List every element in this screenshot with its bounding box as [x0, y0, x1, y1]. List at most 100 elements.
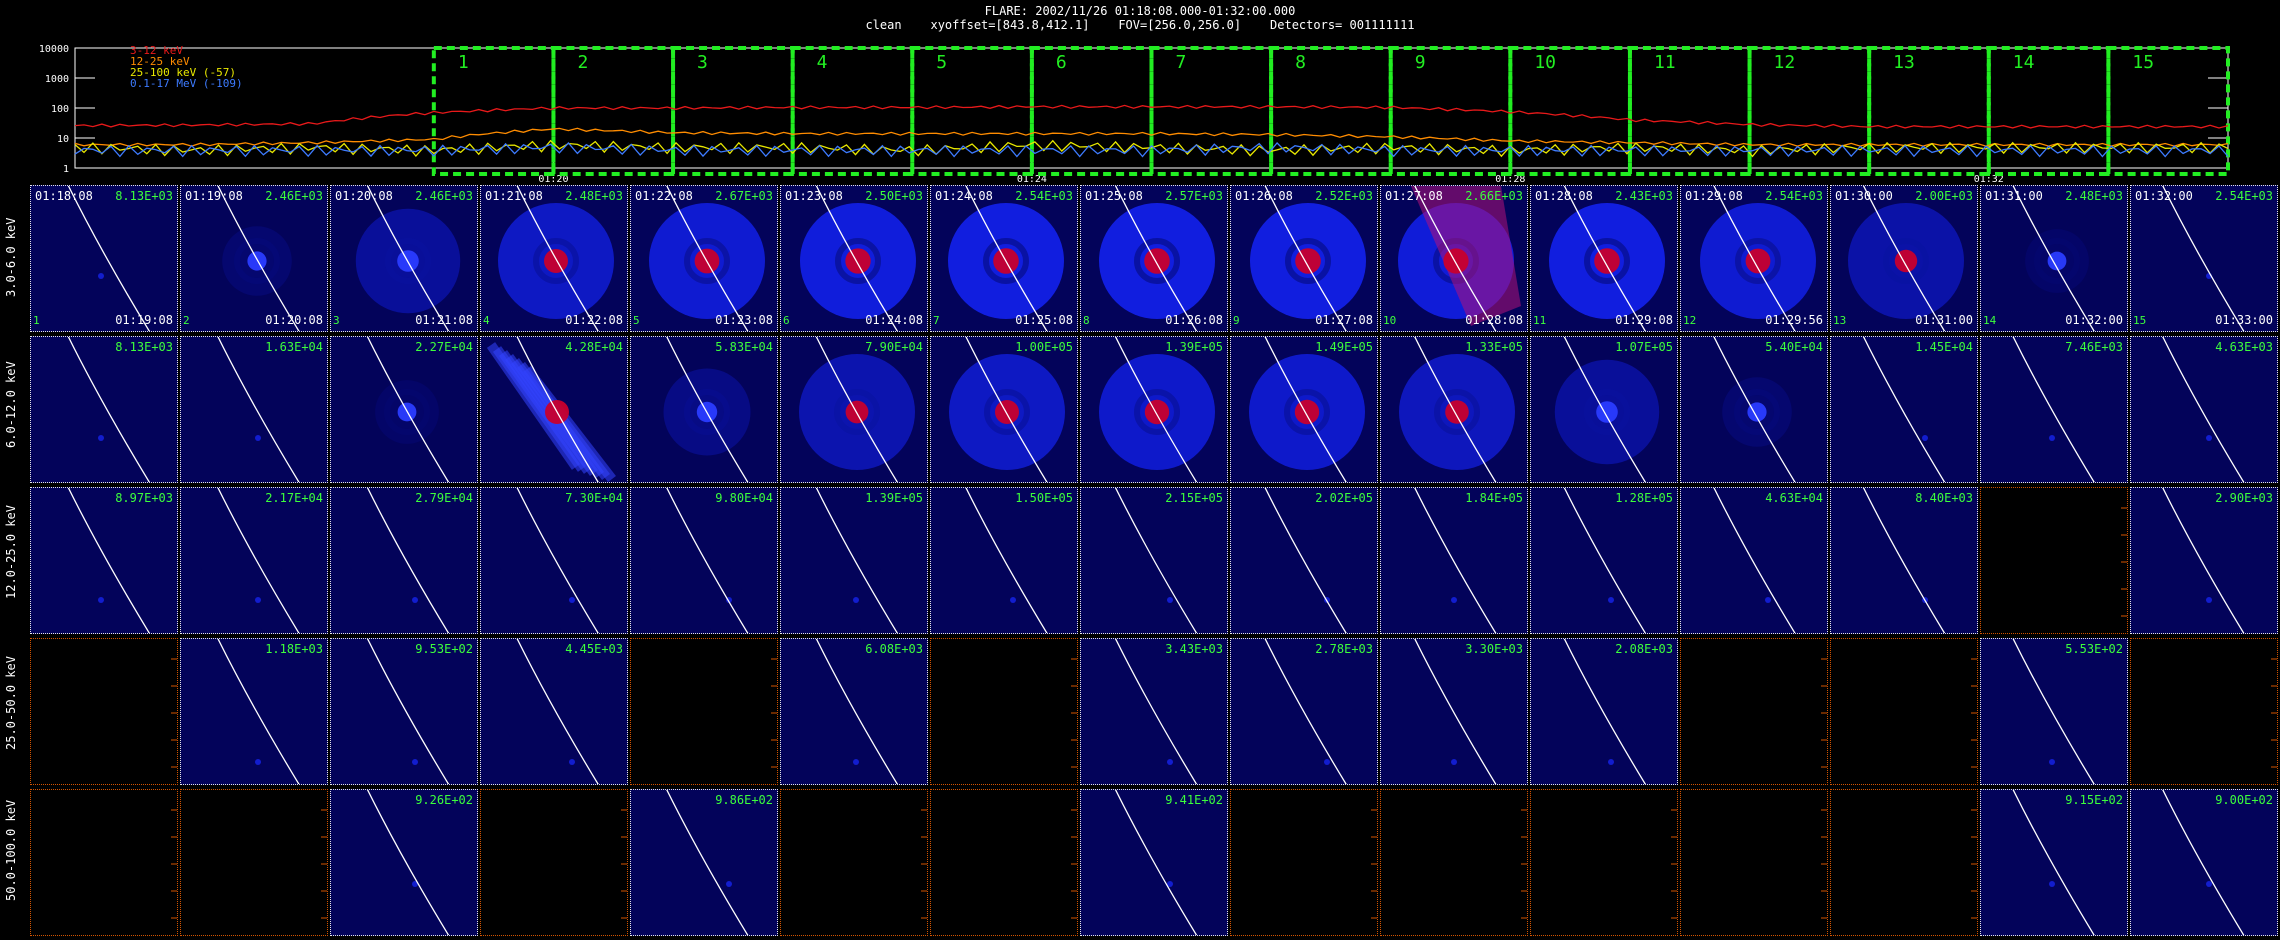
peak-count: 7.30E+04	[565, 491, 623, 505]
image-cell: 1.07E+05	[1530, 336, 1678, 483]
faint-source	[98, 597, 104, 603]
cell-image	[516, 639, 599, 784]
peak-count: 1.50E+05	[1015, 491, 1073, 505]
peak-count: 9.86E+02	[715, 793, 773, 807]
cell-image	[67, 337, 151, 482]
cell-image	[1250, 186, 1366, 331]
flare-parameters: clean xyoffset=[843.8,412.1] FOV=[256.0,…	[865, 18, 1415, 32]
peak-count: 1.49E+05	[1315, 340, 1373, 354]
image-cell: 1.39E+05	[1080, 336, 1228, 483]
peak-count: 2.48E+03	[2065, 189, 2123, 203]
peak-count: 5.40E+04	[1765, 340, 1823, 354]
interval-index: 2	[183, 314, 190, 327]
image-cell: 4.63E+04	[1680, 487, 1828, 634]
image-cell	[30, 638, 178, 785]
faint-source	[1451, 759, 1457, 765]
cell-image	[2162, 337, 2245, 482]
solar-limb	[217, 337, 300, 482]
solar-limb	[67, 488, 151, 633]
cell-image	[1862, 488, 1946, 633]
interval-label: 12	[1774, 52, 1796, 73]
interval-label: 2	[577, 52, 588, 73]
interval-label: 6	[1056, 52, 1067, 73]
faint-source	[2049, 881, 2055, 887]
image-cell: 2.90E+03	[2130, 487, 2278, 634]
image-cell	[480, 789, 628, 936]
image-cell: 1.50E+05	[930, 487, 1078, 634]
image-cell	[180, 789, 328, 936]
image-cell: 4.28E+04	[480, 336, 628, 483]
peak-count: 3.30E+03	[1465, 642, 1523, 656]
cell-image	[2012, 790, 2095, 935]
interval-start-time: 01:26:08	[1235, 189, 1293, 203]
peak-count: 2.79E+04	[415, 491, 473, 505]
cell-image	[1414, 488, 1497, 633]
cell-image	[621, 809, 627, 919]
interval-box	[1986, 46, 2111, 176]
peak-count: 9.00E+02	[2215, 793, 2273, 807]
peak-count: 1.63E+04	[265, 340, 323, 354]
image-cell: 8.13E+03	[30, 336, 178, 483]
image-cell: 2.67E+03 01:22:08 01:23:08 5	[630, 185, 778, 332]
cell-image	[217, 186, 300, 331]
image-cell: 9.15E+02	[1980, 789, 2128, 936]
peak-count: 4.63E+03	[2215, 340, 2273, 354]
interval-start-time: 01:31:00	[1985, 189, 2043, 203]
interval-start-time: 01:28:08	[1535, 189, 1593, 203]
image-cell: 2.78E+03	[1230, 638, 1378, 785]
peak-count: 6.08E+03	[865, 642, 923, 656]
y-tick-label: 1	[63, 164, 69, 175]
flare-source	[1144, 399, 1170, 425]
image-cell	[930, 638, 1078, 785]
interval-start-time: 01:19:08	[185, 189, 243, 203]
cell-image	[771, 658, 777, 768]
peak-count: 4.45E+03	[565, 642, 623, 656]
image-cell: 2.50E+03 01:23:08 01:24:08 6	[780, 185, 928, 332]
faint-source	[412, 759, 418, 765]
peak-count: 9.26E+02	[415, 793, 473, 807]
image-cell	[1380, 789, 1528, 936]
peak-count: 2.27E+04	[415, 340, 473, 354]
interval-label: 11	[1654, 52, 1676, 73]
cell-image	[366, 639, 450, 784]
image-cell: 4.45E+03	[480, 638, 628, 785]
solar-limb	[67, 337, 151, 482]
flare-source	[247, 251, 267, 271]
cell-image	[799, 337, 915, 482]
peak-count: 2.90E+03	[2215, 491, 2273, 505]
interval-end-time: 01:19:08	[115, 313, 173, 327]
interval-index: 3	[333, 314, 340, 327]
image-cell	[1230, 789, 1378, 936]
cell-image	[1563, 488, 1647, 633]
cell-image	[1264, 639, 1347, 784]
peak-count: 4.28E+04	[565, 340, 623, 354]
cell-image	[1114, 639, 1198, 784]
cell-image	[486, 337, 616, 482]
interval-start-time: 01:24:08	[935, 189, 993, 203]
image-cell: 2.48E+03 01:31:00 01:32:00 14	[1980, 185, 2128, 332]
image-cell	[930, 789, 1078, 936]
peak-count: 8.97E+03	[115, 491, 173, 505]
image-cell	[630, 638, 778, 785]
interval-start-time: 01:27:08	[1385, 189, 1443, 203]
solar-limb	[815, 488, 899, 633]
solar-limb	[366, 790, 450, 935]
flare-source	[1144, 248, 1170, 274]
interval-start-time: 01:18:08	[35, 189, 93, 203]
faint-source	[2049, 759, 2055, 765]
peak-count: 1.00E+05	[1015, 340, 1073, 354]
solar-limb	[67, 186, 151, 331]
cell-image	[815, 488, 899, 633]
image-cell: 2.02E+05	[1230, 487, 1378, 634]
cell-image	[366, 337, 450, 482]
interval-label: 5	[936, 52, 947, 73]
image-cell: 3.43E+03	[1080, 638, 1228, 785]
image-cell: 8.40E+03	[1830, 487, 1978, 634]
solar-limb	[666, 488, 749, 633]
solar-limb	[516, 488, 599, 633]
interval-index: 11	[1533, 314, 1547, 327]
solar-limb	[666, 790, 749, 935]
faint-source	[2206, 881, 2212, 887]
cell-image	[1099, 186, 1215, 331]
interval-start-time: 01:25:08	[1085, 189, 1143, 203]
